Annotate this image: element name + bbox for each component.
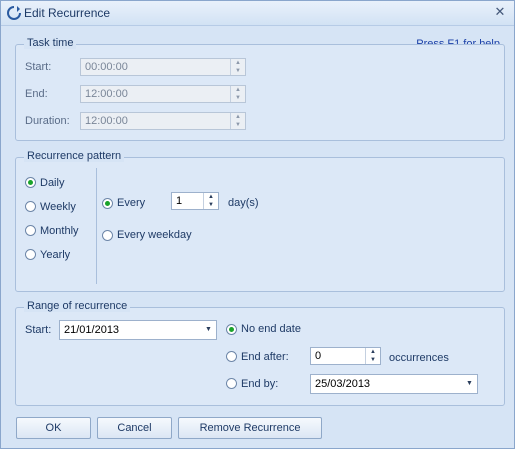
recurrence-icon [7,6,21,20]
task-duration-label: Duration: [25,115,70,127]
spin-up-icon[interactable]: ▲ [366,348,380,356]
task-end-spinner[interactable]: ▲ ▼ [230,86,245,102]
occurrences-label: occurrences [389,352,449,364]
spin-down-icon[interactable]: ▼ [231,121,245,129]
spin-down-icon[interactable]: ▼ [231,94,245,102]
chevron-down-icon[interactable]: ▼ [201,321,216,339]
end-after-spinner[interactable]: ▲ ▼ [365,348,380,364]
task-start-label: Start: [25,61,52,73]
range-group: Range of recurrence Start: 21/01/2013 ▼ … [15,300,505,406]
recurrence-pattern-group: Recurrence pattern Daily Weekly Monthly … [15,150,505,292]
ok-button[interactable]: OK [16,417,91,439]
pattern-divider [96,168,97,284]
every-days-value: 1 [176,195,183,207]
every-label[interactable]: Every [117,197,145,209]
spin-up-icon[interactable]: ▲ [231,59,245,67]
weekly-radio[interactable] [25,201,36,212]
spin-down-icon[interactable]: ▼ [366,356,380,364]
task-start-value: 00:00:00 [85,61,128,73]
end-by-value: 25/03/2013 [315,378,371,390]
close-icon[interactable]: ✕ [492,4,508,20]
every-unit-label: day(s) [228,197,259,209]
no-end-date-label[interactable]: No end date [241,323,301,335]
title-bar: Edit Recurrence ✕ [1,1,514,26]
task-start-field[interactable]: 00:00:00 ▲ ▼ [80,58,246,76]
range-start-value: 21/01/2013 [64,324,120,336]
end-after-radio[interactable] [226,351,237,362]
range-start-dropdown[interactable]: 21/01/2013 ▼ [59,320,217,340]
task-time-legend: Task time [24,37,77,49]
monthly-radio[interactable] [25,225,36,236]
daily-radio[interactable] [25,177,36,188]
yearly-radio[interactable] [25,249,36,260]
every-weekday-radio[interactable] [102,230,113,241]
every-n-days-radio[interactable] [102,198,113,209]
range-start-label: Start: [25,324,52,336]
task-duration-spinner[interactable]: ▲ ▼ [230,113,245,129]
end-by-label[interactable]: End by: [241,378,278,390]
every-weekday-label[interactable]: Every weekday [117,229,192,241]
spin-down-icon[interactable]: ▼ [231,67,245,75]
spin-up-icon[interactable]: ▲ [204,193,218,201]
spin-up-icon[interactable]: ▲ [231,86,245,94]
task-end-field[interactable]: 12:00:00 ▲ ▼ [80,85,246,103]
no-end-date-radio[interactable] [226,324,237,335]
task-duration-value: 12:00:00 [85,115,128,127]
end-after-value: 0 [315,350,322,362]
recurrence-pattern-legend: Recurrence pattern [24,150,125,162]
yearly-label[interactable]: Yearly [40,249,70,261]
window-title: Edit Recurrence [24,6,111,20]
end-after-field[interactable]: 0 ▲ ▼ [310,347,381,365]
task-end-value: 12:00:00 [85,88,128,100]
end-after-label[interactable]: End after: [241,351,289,363]
monthly-label[interactable]: Monthly [40,225,79,237]
task-start-spinner[interactable]: ▲ ▼ [230,59,245,75]
range-legend: Range of recurrence [24,300,131,312]
every-days-field[interactable]: 1 ▲ ▼ [171,192,219,210]
every-days-spinner[interactable]: ▲ ▼ [203,193,218,209]
chevron-down-icon[interactable]: ▼ [462,375,477,393]
end-by-radio[interactable] [226,378,237,389]
daily-label[interactable]: Daily [40,177,64,189]
edit-recurrence-dialog: Edit Recurrence ✕ Press F1 for help Task… [0,0,515,449]
end-by-dropdown[interactable]: 25/03/2013 ▼ [310,374,478,394]
task-time-group: Task time Start: 00:00:00 ▲ ▼ End: 12:00:… [15,37,505,141]
cancel-button[interactable]: Cancel [97,417,172,439]
spin-down-icon[interactable]: ▼ [204,201,218,209]
task-duration-field[interactable]: 12:00:00 ▲ ▼ [80,112,246,130]
remove-recurrence-button[interactable]: Remove Recurrence [178,417,322,439]
weekly-label[interactable]: Weekly [40,201,76,213]
task-end-label: End: [25,88,48,100]
spin-up-icon[interactable]: ▲ [231,113,245,121]
